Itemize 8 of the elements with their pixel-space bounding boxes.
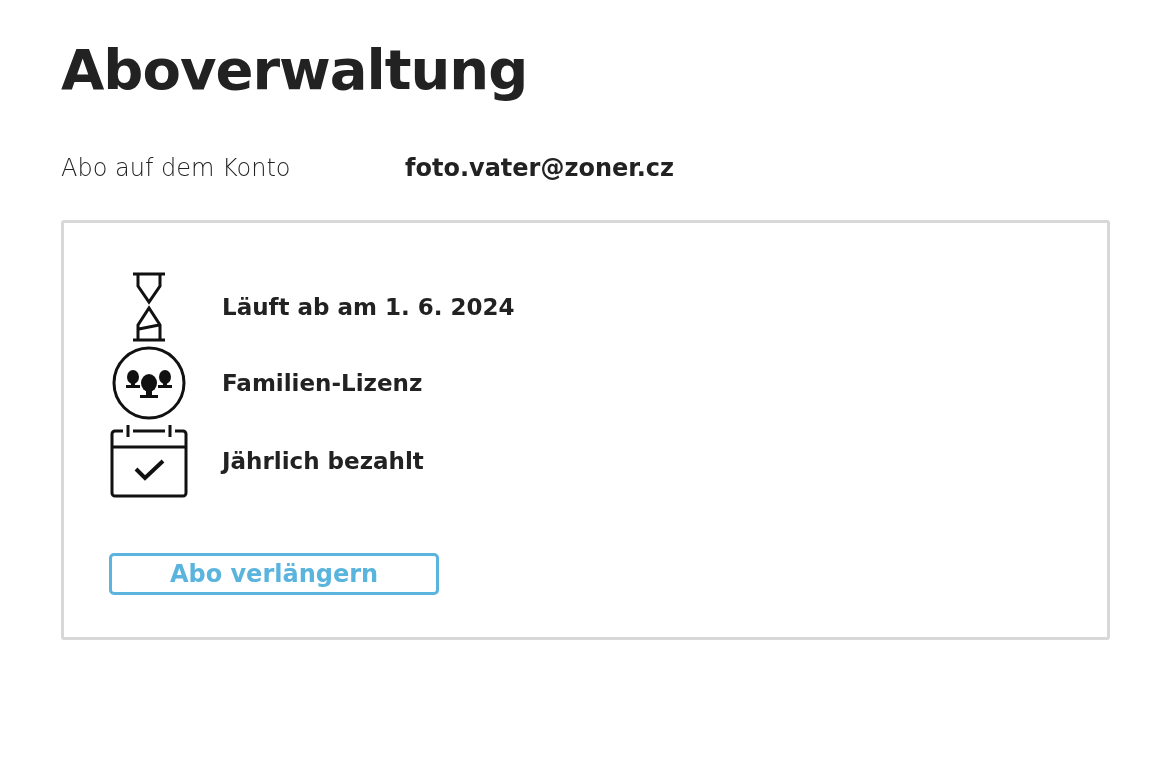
calendar-check-icon xyxy=(109,423,189,499)
detail-text: Jährlich bezahlt xyxy=(222,448,424,474)
detail-text: Läuft ab am 1. 6. 2024 xyxy=(222,294,515,320)
renew-button[interactable]: Abo verlängern xyxy=(109,553,439,595)
page-title: Aboverwaltung xyxy=(61,36,529,104)
account-email: foto.vater@zoner.cz xyxy=(405,154,674,182)
detail-text: Familien-Lizenz xyxy=(222,370,423,396)
account-label: Abo auf dem Konto xyxy=(61,154,292,182)
